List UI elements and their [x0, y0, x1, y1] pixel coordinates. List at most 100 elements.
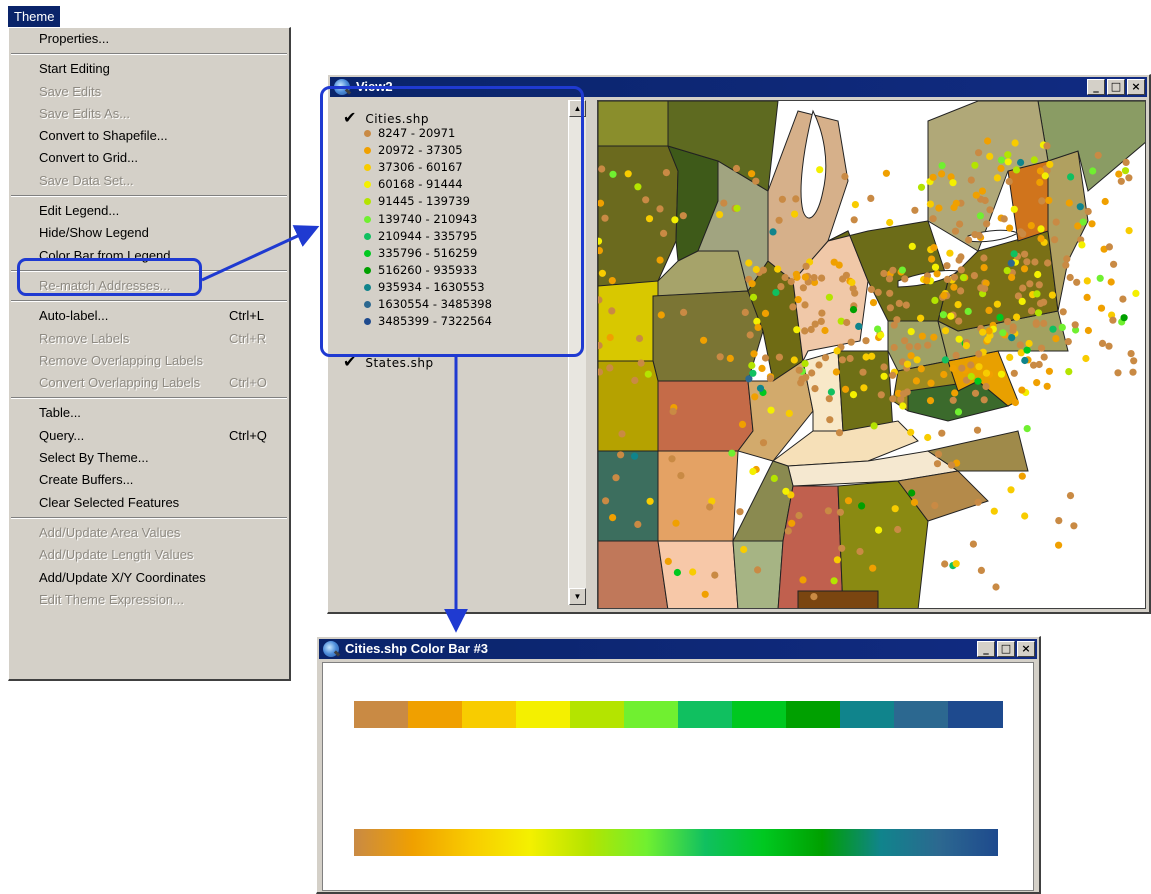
city-point — [918, 332, 926, 340]
menu-item-start-editing[interactable]: Start Editing — [9, 58, 289, 80]
city-point — [759, 439, 768, 447]
city-point — [808, 369, 816, 377]
city-point — [939, 311, 947, 319]
theme-menu-title[interactable]: Theme — [8, 6, 61, 27]
city-point — [929, 215, 937, 223]
city-point — [917, 314, 925, 322]
city-point — [1115, 170, 1123, 178]
menu-item-label: Convert to Shapefile... — [39, 128, 168, 144]
city-point — [1038, 197, 1046, 205]
city-point — [754, 323, 762, 331]
city-point — [756, 384, 765, 392]
city-point — [1121, 167, 1130, 175]
city-point — [1007, 486, 1015, 494]
menu-item-properties[interactable]: Properties... — [9, 28, 289, 50]
city-point — [766, 374, 774, 383]
city-point — [656, 256, 664, 264]
city-point — [726, 354, 734, 362]
menu-item-select-by-theme[interactable]: Select By Theme... — [9, 447, 289, 469]
city-point — [1065, 199, 1073, 207]
state-shape — [657, 250, 749, 297]
city-point — [1052, 335, 1060, 343]
city-point — [908, 242, 916, 250]
city-point — [1082, 354, 1090, 363]
city-point — [673, 568, 681, 577]
colorbar-window-titlebar[interactable]: Cities.shp Color Bar #3 _ □ × — [319, 639, 1037, 659]
city-point — [789, 303, 797, 311]
menu-item-table[interactable]: Table... — [9, 402, 289, 424]
city-point — [1019, 230, 1027, 238]
menu-item-label: Convert to Grid... — [39, 150, 138, 166]
city-point — [644, 370, 652, 378]
city-point — [913, 356, 921, 364]
city-point — [1034, 309, 1043, 317]
city-point — [885, 275, 894, 283]
menu-item-label: Create Buffers... — [39, 472, 134, 488]
city-point — [1076, 203, 1084, 211]
city-point — [1088, 220, 1096, 228]
colorbar-canvas — [322, 662, 1034, 891]
city-point — [946, 249, 954, 257]
close-button[interactable]: × — [1127, 79, 1145, 95]
city-point — [672, 519, 680, 527]
city-point — [680, 308, 688, 316]
menu-separator — [11, 300, 287, 303]
city-point — [608, 307, 616, 315]
city-point — [1023, 425, 1031, 433]
city-point — [645, 215, 654, 223]
menu-item-hide-show-legend[interactable]: Hide/Show Legend — [9, 222, 289, 244]
city-point — [801, 301, 809, 309]
city-point — [877, 391, 885, 399]
city-point — [997, 370, 1006, 378]
maximize-button[interactable]: □ — [997, 641, 1015, 657]
city-point — [1107, 278, 1115, 286]
menu-item-clear-selected-features[interactable]: Clear Selected Features — [9, 492, 289, 514]
menu-item-convert-to-shapefile[interactable]: Convert to Shapefile... — [9, 125, 289, 147]
city-point — [978, 187, 986, 195]
city-point — [1007, 259, 1015, 267]
city-point — [886, 289, 894, 297]
maximize-button[interactable]: □ — [1107, 79, 1125, 95]
city-point — [748, 170, 756, 178]
city-point — [1011, 398, 1019, 407]
city-point — [1031, 258, 1039, 266]
map-display[interactable] — [597, 100, 1146, 609]
city-point — [634, 183, 642, 191]
city-point — [875, 526, 883, 534]
city-point — [759, 266, 767, 274]
city-point — [608, 277, 616, 285]
menu-item-edit-legend[interactable]: Edit Legend... — [9, 200, 289, 222]
city-point — [858, 502, 866, 510]
city-point — [954, 408, 963, 416]
city-point — [1125, 174, 1133, 182]
city-point — [997, 156, 1006, 164]
city-point — [907, 428, 915, 436]
menu-item-create-buffers[interactable]: Create Buffers... — [9, 469, 289, 491]
minimize-button[interactable]: _ — [977, 641, 995, 657]
menu-item-auto-label[interactable]: Auto-label... Ctrl+L — [9, 305, 289, 327]
state-shape — [598, 450, 659, 542]
city-point — [1127, 350, 1135, 358]
minimize-button[interactable]: _ — [1087, 79, 1105, 95]
state-shape — [598, 280, 659, 362]
city-point — [902, 301, 910, 309]
scroll-down-icon[interactable]: ▼ — [569, 588, 586, 605]
city-point — [1129, 368, 1137, 376]
menu-item-convert-to-grid[interactable]: Convert to Grid... — [9, 147, 289, 169]
city-point — [1084, 207, 1092, 216]
city-point — [1089, 167, 1097, 175]
city-point — [980, 254, 988, 262]
city-point — [728, 449, 736, 457]
city-point — [738, 420, 747, 428]
city-point — [880, 372, 888, 380]
city-point — [952, 560, 960, 568]
city-point — [838, 356, 846, 364]
close-button[interactable]: × — [1017, 641, 1035, 657]
city-point — [956, 220, 964, 228]
menu-item-query[interactable]: Query... Ctrl+Q — [9, 425, 289, 447]
menu-item-add-update-x-y-coordinates[interactable]: Add/Update X/Y Coordinates — [9, 567, 289, 589]
city-point — [1008, 273, 1016, 281]
state-shape — [732, 460, 794, 542]
city-point — [761, 354, 770, 362]
city-point — [1006, 224, 1014, 232]
